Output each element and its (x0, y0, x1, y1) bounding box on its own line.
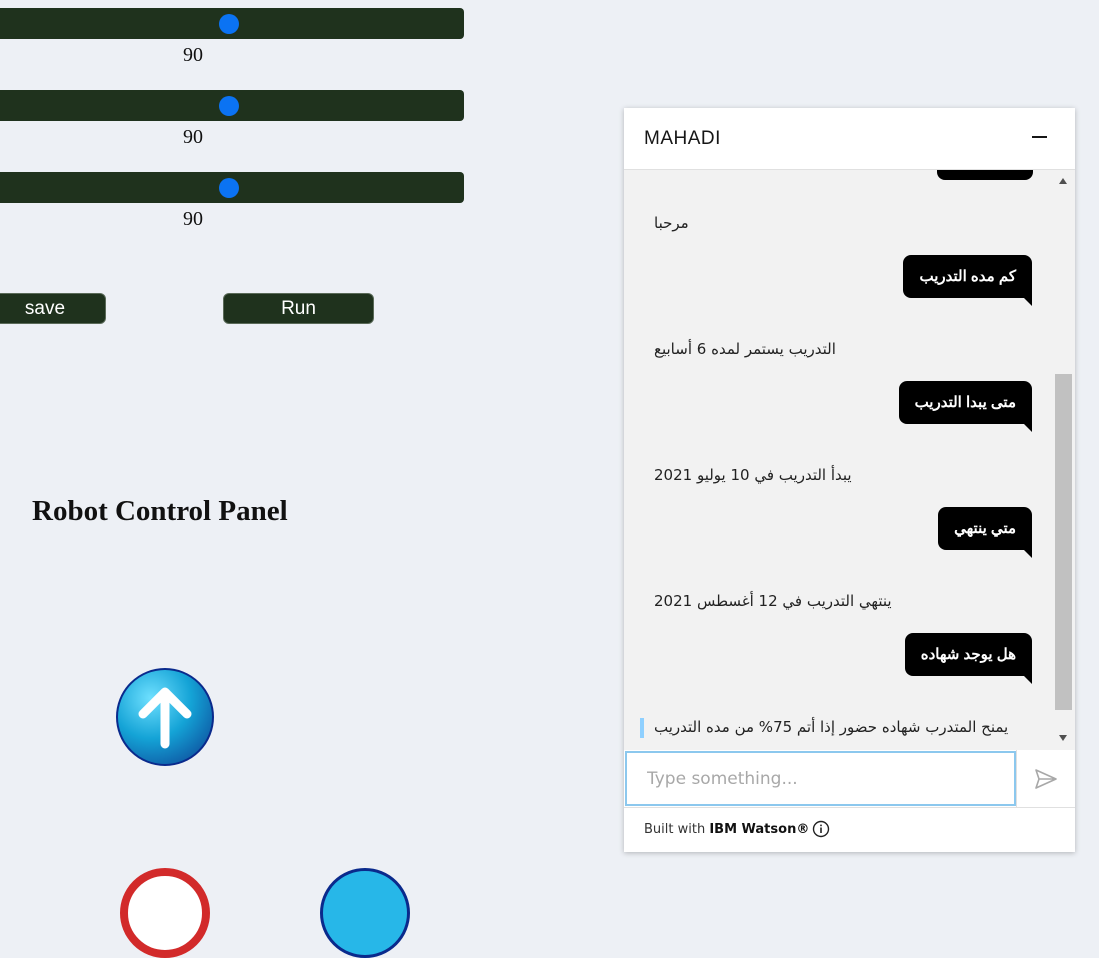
info-icon[interactable] (812, 820, 830, 838)
user-message: متى يبدا التدريب (898, 381, 1033, 432)
save-button[interactable]: save (0, 293, 106, 324)
send-icon (1035, 768, 1057, 789)
bot-message: يبدأ التدريب في 10 يوليو 2021 (654, 466, 852, 484)
run-button[interactable]: Run (223, 293, 374, 324)
page-title: Robot Control Panel (32, 495, 288, 527)
slider-2-value: 90 (183, 126, 203, 148)
slider-2[interactable] (0, 90, 464, 121)
bot-message: التدريب يستمر لمده 6 أسابيع (654, 340, 836, 358)
chat-widget: MAHADI مرحبا كم مده التدريب التدريب يستم… (624, 108, 1075, 852)
forward-button[interactable] (116, 668, 214, 766)
message-input[interactable] (625, 751, 1016, 806)
footer-text: Built with IBM Watson® (644, 822, 809, 837)
scroll-down-icon[interactable] (1059, 735, 1067, 741)
slider-1-value: 90 (183, 44, 203, 66)
slider-1-thumb[interactable] (219, 14, 239, 34)
user-message-partial (937, 170, 1033, 180)
info-glyph (812, 820, 830, 838)
message-list: مرحبا كم مده التدريب التدريب يستمر لمده … (624, 170, 1054, 750)
latest-message-indicator (640, 718, 644, 738)
footer-prefix: Built with (644, 822, 710, 837)
bot-message: يمنح المتدرب شهاده حضور إذا أتم 75% من م… (654, 718, 1009, 736)
bot-message: ينتهي التدريب في 12 أغسطس 2021 (654, 592, 892, 610)
slider-3[interactable] (0, 172, 464, 203)
slider-3-thumb[interactable] (219, 178, 239, 198)
bot-message: مرحبا (654, 214, 689, 232)
minimize-icon[interactable] (1032, 136, 1047, 138)
scroll-up-icon[interactable] (1059, 178, 1067, 184)
chat-title: MAHADI (644, 128, 721, 149)
user-message: كم مده التدريب (903, 255, 1032, 306)
input-area (624, 750, 1075, 807)
footer-brand: IBM Watson® (709, 822, 810, 837)
user-message: هل يوجد شهاده (904, 633, 1033, 684)
chat-header: MAHADI (624, 108, 1075, 170)
stop-button[interactable] (120, 868, 210, 958)
slider-1[interactable] (0, 8, 464, 39)
slider-3-value: 90 (183, 208, 203, 230)
user-message: متي ينتهي (938, 507, 1032, 558)
scrollbar-thumb[interactable] (1055, 374, 1072, 710)
chat-footer: Built with IBM Watson® (624, 807, 1075, 852)
slider-2-thumb[interactable] (219, 96, 239, 116)
send-button[interactable] (1016, 750, 1075, 807)
arrow-up-icon (138, 687, 192, 749)
direction-button[interactable] (320, 868, 410, 958)
